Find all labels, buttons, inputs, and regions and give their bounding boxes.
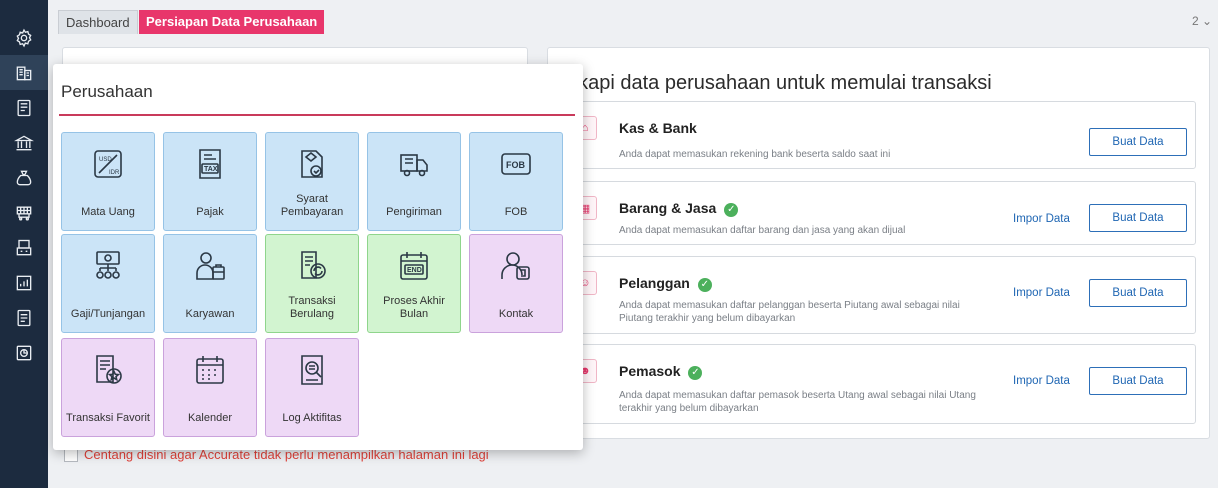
impor-data-link[interactable]: Impor Data xyxy=(1013,213,1070,225)
perusahaan-popup: Perusahaan USD IDR Mata Uang TAX Pajak Sy… xyxy=(53,64,583,450)
chart-icon[interactable] xyxy=(0,335,48,370)
calendar-end-icon: END xyxy=(368,249,460,283)
report-icon[interactable] xyxy=(0,265,48,300)
tile-gaji-tunjangan[interactable]: Gaji/Tunjangan xyxy=(61,234,155,333)
tile-label: Pengiriman xyxy=(386,206,442,218)
card-title: Kas & Bank xyxy=(619,120,697,136)
check-icon: ✓ xyxy=(688,366,703,380)
tile-proses-akhir-bulan[interactable]: END Proses Akhir Bulan xyxy=(367,234,461,333)
buat-data-button[interactable]: Buat Data xyxy=(1089,128,1187,156)
buat-data-button[interactable]: Buat Data xyxy=(1089,279,1187,307)
payment-terms-icon xyxy=(266,147,358,181)
check-icon: ✓ xyxy=(697,278,712,292)
calendar-icon xyxy=(164,353,256,387)
bank-icon[interactable] xyxy=(0,125,48,160)
favorite-icon xyxy=(62,353,154,387)
card-description: Anda dapat memasukan rekening bank beser… xyxy=(619,149,891,160)
cashier-icon[interactable] xyxy=(0,230,48,265)
tile-label: Gaji/Tunjangan xyxy=(70,308,146,320)
card-barang-jasa: ▦ Barang & Jasa ✓ Anda dapat memasukan da… xyxy=(572,181,1196,245)
impor-data-link[interactable]: Impor Data xyxy=(1013,375,1070,387)
tile-label: Kontak xyxy=(498,308,534,320)
tile-label: Kalender xyxy=(187,412,233,424)
card-description: Anda dapat memasukan daftar pemasok bese… xyxy=(619,390,976,414)
tile-label: Proses Akhir Bulan xyxy=(383,295,445,320)
ledger-icon[interactable] xyxy=(0,90,48,125)
right-panel-title: gkapi data perusahaan untuk memulai tran… xyxy=(567,72,992,94)
tab-persiapan-data[interactable]: Persiapan Data Perusahaan xyxy=(139,10,325,34)
tile-transaksi-favorit[interactable]: Transaksi Favorit xyxy=(61,338,155,437)
employee-icon xyxy=(164,249,256,283)
popup-divider xyxy=(59,114,575,116)
tile-pajak[interactable]: TAX Pajak xyxy=(163,132,257,231)
building-icon[interactable] xyxy=(0,55,48,90)
check-icon: ✓ xyxy=(724,203,739,217)
tile-label: Mata Uang xyxy=(81,206,135,218)
tile-label: Transaksi Favorit xyxy=(66,412,150,424)
svg-text:FOB: FOB xyxy=(506,160,525,170)
card-title: Barang & Jasa ✓ xyxy=(619,200,739,217)
card-description: Anda dapat memasukan daftar pelanggan be… xyxy=(619,300,960,324)
svg-text:USD: USD xyxy=(99,157,112,163)
cart-icon[interactable] xyxy=(0,195,48,230)
activity-log-icon xyxy=(266,353,358,387)
impor-data-link[interactable]: Impor Data xyxy=(1013,287,1070,299)
truck-icon xyxy=(368,147,460,181)
tile-label: Pajak xyxy=(196,206,224,218)
tax-icon: TAX xyxy=(164,147,256,181)
main-sidebar xyxy=(0,0,48,488)
popup-title: Perusahaan xyxy=(61,82,153,101)
tile-pengiriman[interactable]: Pengiriman xyxy=(367,132,461,231)
tab-dashboard[interactable]: Dashboard xyxy=(58,10,138,34)
card-pemasok: ☻ Pemasok ✓ Anda dapat memasukan daftar p… xyxy=(572,344,1196,424)
tab-count-dropdown[interactable]: 2 ⌄ xyxy=(1192,14,1212,28)
svg-text:END: END xyxy=(407,267,422,274)
card-title: Pemasok ✓ xyxy=(619,363,703,380)
tile-mata-uang[interactable]: USD IDR Mata Uang xyxy=(61,132,155,231)
card-pelanggan: ☺ Pelanggan ✓ Anda dapat memasukan daftar… xyxy=(572,256,1196,334)
tile-label: Syarat Pembayaran xyxy=(280,193,344,218)
svg-text:IDR: IDR xyxy=(109,170,120,176)
tile-transaksi-berulang[interactable]: Transaksi Berulang xyxy=(265,234,359,333)
card-title: Pelanggan ✓ xyxy=(619,275,712,292)
card-description: Anda dapat memasukan daftar barang dan j… xyxy=(619,225,906,236)
salary-icon xyxy=(62,249,154,283)
tile-label: Karyawan xyxy=(185,308,235,320)
card-kas-bank: ⌂ Kas & Bank Anda dapat memasukan rekeni… xyxy=(572,101,1196,169)
gear-icon[interactable] xyxy=(0,20,48,55)
tile-label: Log Aktifitas xyxy=(282,412,342,424)
tile-kontak[interactable]: Kontak xyxy=(469,234,563,333)
svg-text:TAX: TAX xyxy=(204,166,218,173)
tax-icon[interactable] xyxy=(0,300,48,335)
currency-icon: USD IDR xyxy=(62,147,154,181)
contact-icon xyxy=(470,249,562,283)
buat-data-button[interactable]: Buat Data xyxy=(1089,367,1187,395)
money-bag-icon[interactable] xyxy=(0,160,48,195)
tile-label: Transaksi Berulang xyxy=(288,295,336,320)
tab-bar: Dashboard Persiapan Data Perusahaan 2 ⌄ xyxy=(48,0,1218,34)
tile-kalender[interactable]: Kalender xyxy=(163,338,257,437)
buat-data-button[interactable]: Buat Data xyxy=(1089,204,1187,232)
tile-syarat-pembayaran[interactable]: Syarat Pembayaran xyxy=(265,132,359,231)
tile-karyawan[interactable]: Karyawan xyxy=(163,234,257,333)
tile-fob[interactable]: FOB FOB xyxy=(469,132,563,231)
fob-icon: FOB xyxy=(470,147,562,181)
tile-label: FOB xyxy=(504,206,528,218)
recurring-icon xyxy=(266,249,358,283)
tile-log-aktifitas[interactable]: Log Aktifitas xyxy=(265,338,359,437)
